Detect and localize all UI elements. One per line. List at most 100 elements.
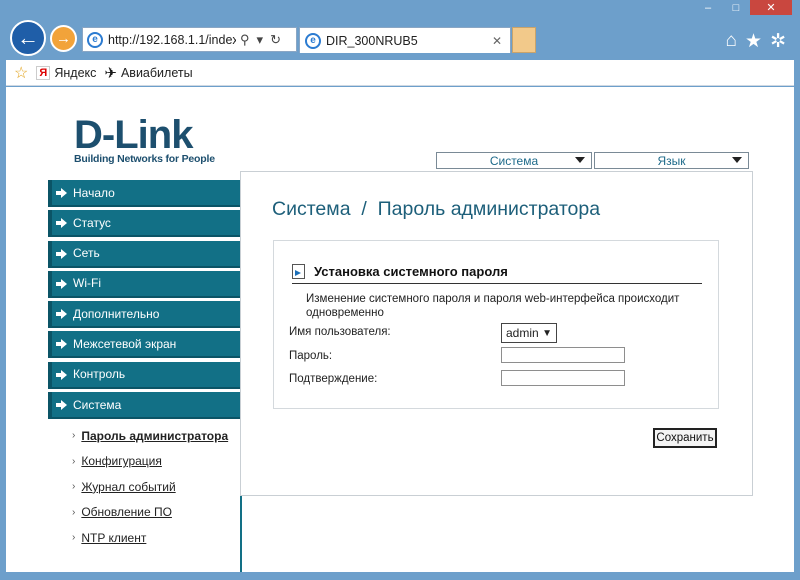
browser-window: – □ ✕ ← → e http://192.168.1.1/index ⚲ ▾…: [0, 0, 800, 580]
arrow-right-icon: [56, 218, 67, 229]
arrow-right-icon: [56, 339, 67, 350]
ie-icon: e: [305, 32, 321, 49]
back-button[interactable]: ←: [10, 20, 46, 56]
forward-button[interactable]: →: [50, 25, 77, 52]
refresh-icon[interactable]: ↻: [270, 32, 281, 48]
save-button[interactable]: Сохранить: [653, 428, 717, 448]
language-menu-label: Язык: [657, 153, 686, 168]
bullet-icon: ›: [72, 506, 76, 518]
sidebar-item-control[interactable]: Контроль: [48, 361, 241, 389]
favorites-star-icon[interactable]: ★: [745, 30, 762, 53]
arrow-right-icon: [56, 278, 67, 289]
sidebar-item-label: Система: [73, 397, 122, 412]
sidebar-item-label: Wi-Fi: [73, 276, 101, 291]
new-tab-button[interactable]: [512, 27, 536, 53]
sidebar-item-wifi[interactable]: Wi-Fi: [48, 270, 241, 298]
system-submenu: › Пароль администратора › Конфигурация ›…: [72, 423, 228, 551]
window-controls: – □ ✕: [694, 0, 792, 15]
username-select-value: admin: [506, 326, 539, 340]
sidebar-item-status[interactable]: Статус: [48, 210, 241, 238]
page-title: Система / Пароль администратора: [272, 198, 601, 220]
arrow-right-icon: [56, 309, 67, 320]
main-panel: Система / Пароль администратора Установк…: [240, 171, 753, 496]
address-bar[interactable]: e http://192.168.1.1/index ⚲ ▾ ↻: [82, 27, 297, 52]
sidebar-item-label: Начало: [73, 185, 115, 200]
browser-tools: ⌂ ★ ✲: [726, 30, 786, 53]
logo-main: D-Link: [74, 113, 193, 157]
submenu-item-firmware-update[interactable]: › Обновление ПО: [72, 500, 228, 526]
bullet-icon: ›: [72, 430, 76, 442]
address-text[interactable]: http://192.168.1.1/index: [108, 33, 236, 47]
favorite-label: Авиабилеты: [120, 65, 193, 80]
document-arrow-icon: [292, 264, 305, 279]
dlink-logo: D-Link Building Networks for People: [74, 113, 215, 165]
add-favorite-icon[interactable]: ☆: [14, 63, 28, 83]
sidebar-item-home[interactable]: Начало: [48, 180, 241, 207]
username-label: Имя пользователя:: [289, 326, 391, 338]
password-label: Пароль:: [289, 350, 333, 362]
submenu-label[interactable]: NTP клиент: [81, 531, 146, 545]
minimize-icon[interactable]: –: [694, 0, 722, 15]
password-input[interactable]: [501, 347, 625, 363]
favorites-bar: ☆ Я Яндекс ✈ Авиабилеты: [6, 60, 794, 86]
form-description: Изменение системного пароля и пароля web…: [306, 293, 680, 319]
submenu-label[interactable]: Конфигурация: [81, 454, 162, 468]
close-tab-icon[interactable]: ✕: [492, 34, 502, 48]
logo-tagline: Building Networks for People: [74, 153, 215, 165]
submenu-item-event-log[interactable]: › Журнал событий: [72, 474, 228, 500]
submenu-label[interactable]: Обновление ПО: [81, 505, 172, 519]
home-icon[interactable]: ⌂: [726, 30, 737, 53]
ie-icon: e: [87, 31, 103, 48]
submenu-label[interactable]: Журнал событий: [81, 480, 175, 494]
sidebar-item-label: Статус: [73, 215, 111, 230]
form-title: Установка системного пароля: [314, 264, 508, 279]
chevron-down-icon: ▼: [542, 328, 552, 339]
submenu-item-admin-password[interactable]: › Пароль администратора: [72, 423, 228, 449]
password-form: Установка системного пароля Изменение си…: [273, 240, 719, 409]
arrow-right-icon: [56, 369, 67, 380]
yandex-icon: Я: [36, 65, 51, 80]
sidebar-item-label: Дополнительно: [73, 306, 160, 321]
address-actions: ⚲ ▾ ↻: [240, 32, 281, 48]
username-select[interactable]: admin ▼: [501, 323, 557, 343]
bullet-icon: ›: [72, 532, 76, 544]
dropdown-icon[interactable]: ▾: [257, 32, 264, 48]
sidebar-item-network[interactable]: Сеть: [48, 240, 241, 268]
chevron-down-icon: [732, 157, 742, 163]
confirm-label: Подтверждение:: [289, 373, 378, 385]
close-window-icon[interactable]: ✕: [750, 0, 792, 15]
sidebar-item-system[interactable]: Система: [48, 392, 241, 420]
favorite-aviabilety[interactable]: ✈ Авиабилеты: [104, 64, 192, 82]
submenu-label[interactable]: Пароль администратора: [81, 429, 228, 443]
arrow-right-icon: [56, 248, 67, 259]
sidebar-item-label: Сеть: [73, 246, 100, 261]
submenu-item-configuration[interactable]: › Конфигурация: [72, 449, 228, 475]
gear-icon[interactable]: ✲: [770, 30, 786, 53]
chevron-down-icon: [575, 157, 585, 163]
system-menu-label: Система: [489, 153, 539, 168]
airplane-icon: ✈: [104, 64, 117, 82]
search-icon[interactable]: ⚲: [240, 32, 250, 48]
confirm-password-input[interactable]: [501, 370, 625, 386]
navigation-bar: ← → e http://192.168.1.1/index ⚲ ▾ ↻ e D…: [0, 18, 800, 60]
bullet-icon: ›: [72, 481, 76, 493]
arrow-right-icon: [56, 188, 67, 198]
maximize-icon[interactable]: □: [722, 0, 750, 15]
submenu-item-ntp-client[interactable]: › NTP клиент: [72, 525, 228, 551]
arrow-right-icon: [56, 400, 67, 411]
page-content: D-Link Building Networks for People Сист…: [6, 87, 794, 572]
system-menu-dropdown[interactable]: Система: [436, 152, 592, 169]
language-menu-dropdown[interactable]: Язык: [594, 152, 749, 169]
sidebar: Начало Статус Сеть Wi-Fi Дополнительно М…: [48, 180, 241, 422]
sidebar-item-label: Контроль: [73, 367, 126, 382]
sidebar-item-firewall[interactable]: Межсетевой экран: [48, 331, 241, 359]
form-header: Установка системного пароля: [292, 260, 702, 284]
favorite-yandex[interactable]: Я Яндекс: [36, 65, 97, 80]
bullet-icon: ›: [72, 455, 76, 467]
tab-title: DIR_300NRUB5: [326, 33, 418, 48]
sidebar-item-advanced[interactable]: Дополнительно: [48, 301, 241, 329]
browser-tab[interactable]: e DIR_300NRUB5 ✕: [299, 27, 511, 53]
sidebar-item-label: Межсетевой экран: [73, 336, 177, 351]
top-menu: Система Язык: [436, 152, 749, 169]
favorite-label: Яндекс: [54, 65, 97, 80]
